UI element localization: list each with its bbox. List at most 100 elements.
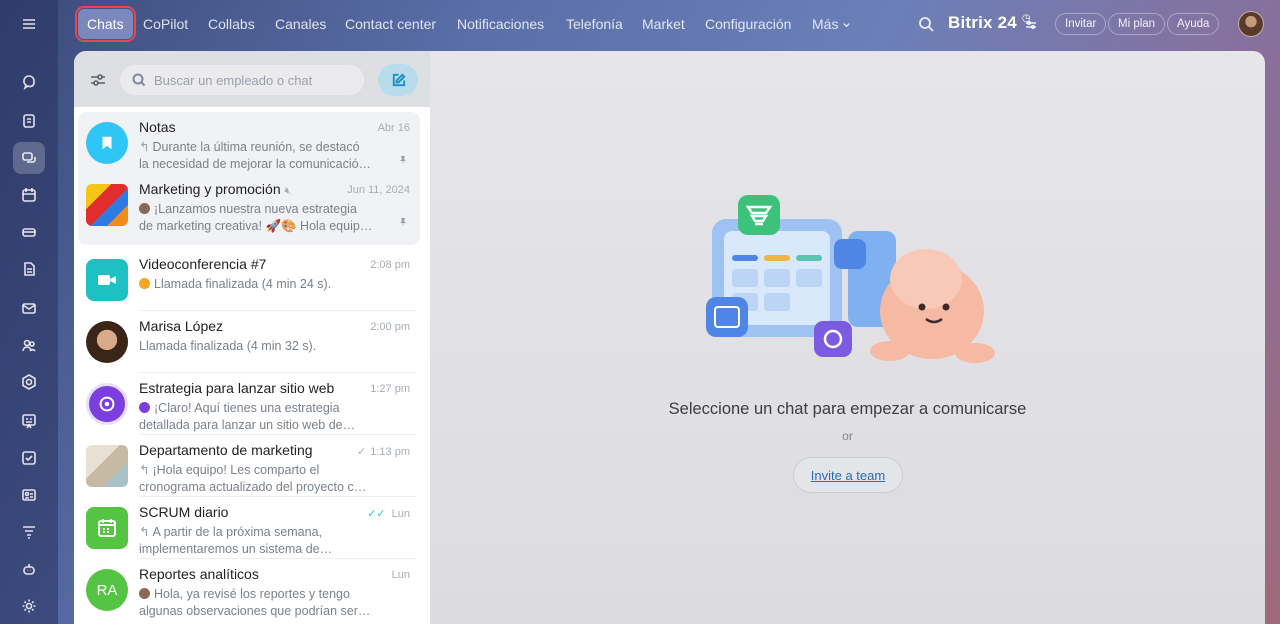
chat-title: Marisa López	[139, 318, 224, 334]
chat-preview: Hola, ya revisé los reportes y tengo alg…	[139, 586, 379, 620]
feed-icon[interactable]	[13, 105, 45, 137]
video-camera-icon	[86, 259, 128, 301]
search-icon[interactable]	[917, 15, 935, 33]
chat-time: ✓ 1:13 pm	[357, 445, 410, 458]
chat-preview: Llamada finalizada (4 min 32 s).	[139, 338, 379, 355]
tab-canales[interactable]: Canales	[266, 9, 335, 39]
chat-preview-line1: Hola, ya revisé los reportes y tengo	[154, 587, 350, 601]
chat-preview: ↰ Durante la última reunión, se destacó l…	[139, 139, 379, 173]
chat-item-marisa[interactable]: Marisa López 2:00 pm Llamada finalizada …	[74, 311, 430, 373]
sender-avatar	[139, 588, 150, 599]
sender-avatar	[139, 203, 150, 214]
tab-mas[interactable]: Más	[803, 9, 860, 39]
invite-button[interactable]: Invitar	[1055, 13, 1107, 35]
calendar-icon[interactable]	[13, 179, 45, 211]
chat-item-estrategia[interactable]: Estrategia para lanzar sitio web 1:27 pm…	[74, 373, 430, 435]
chat-title: Notas	[139, 119, 176, 135]
chat-time: 2:08 pm	[370, 259, 410, 271]
tab-contact-center[interactable]: Contact center	[336, 9, 445, 39]
chat-item-notas[interactable]: Notas Abr 16 ↰ Durante la última reunión,…	[74, 112, 430, 174]
chat-preview-line1: A partir de la próxima semana,	[152, 525, 323, 539]
brand-name: Bitrix 24	[948, 13, 1017, 32]
tab-market[interactable]: Market	[633, 9, 694, 39]
chat-list-column: Notas Abr 16 ↰Durante la última reunión,…	[74, 51, 430, 624]
chat-preview-line2: de marketing creativa! 🚀🎨 Hola equipo…	[139, 219, 379, 233]
check-icon: ✓	[357, 446, 367, 458]
chat-title: Marketing y promoción 🔇︎	[139, 181, 291, 198]
chat-item-reportes[interactable]: RA Reportes analíticos Lun Hola, ya revi…	[74, 559, 430, 621]
new-chat-button[interactable]	[378, 64, 418, 96]
tab-copilot[interactable]: CoPilot	[134, 9, 197, 39]
chat-time-text: Lun	[391, 508, 410, 520]
pin-icon	[398, 152, 408, 165]
brand-logo[interactable]: Bitrix 24 ◷	[948, 13, 1031, 33]
sliders-icon[interactable]	[1024, 18, 1038, 32]
chat-preview-line1: Durante la última reunión, se destacó	[152, 140, 360, 154]
chat-preview: ↰ ¡Hola equipo! Les comparto el cronogram…	[139, 462, 379, 496]
chat-title-text: Marketing y promoción	[139, 181, 281, 197]
chat-time: 2:00 pm	[370, 321, 410, 333]
reply-icon: ↰	[139, 140, 150, 154]
chat-time: 1:27 pm	[370, 383, 410, 395]
users-icon[interactable]	[13, 329, 45, 361]
search-box[interactable]	[120, 65, 364, 95]
chat-item-departamento[interactable]: Departamento de marketing ✓ 1:13 pm ↰ ¡Hol…	[74, 435, 430, 497]
help-button[interactable]: Ayuda	[1167, 13, 1220, 35]
filter-button[interactable]	[86, 68, 110, 92]
board-icon[interactable]	[13, 405, 45, 437]
chat-preview: ¡Lanzamos nuestra nueva estrategia de ma…	[139, 201, 379, 235]
chat-preview-line2: algunas observaciones que podrían ser…	[139, 604, 371, 618]
compose-icon	[392, 72, 406, 86]
chat-preview-line2: implementaremos un sistema de…	[139, 542, 333, 556]
double-check-icon: ✓✓	[367, 508, 386, 520]
search-input[interactable]	[154, 72, 344, 88]
user-avatar[interactable]	[1238, 11, 1264, 37]
tab-configuracion[interactable]: Configuración	[696, 9, 800, 39]
initials-avatar: RA	[86, 569, 128, 611]
chat-preview-line1: ¡Claro! Aquí tienes una estrategia	[154, 401, 340, 415]
document-icon[interactable]	[13, 253, 45, 285]
chevron-down-icon	[843, 22, 851, 27]
chat-panel: Notas Abr 16 ↰Durante la última reunión,…	[74, 51, 1265, 624]
my-plan-button[interactable]: Mi plan	[1108, 13, 1166, 35]
contact-card-icon[interactable]	[13, 479, 45, 511]
muted-icon: 🔇︎	[284, 185, 292, 197]
tab-chats[interactable]: Chats	[75, 6, 136, 42]
chat-preview: Llamada finalizada (4 min 24 s).	[139, 276, 379, 293]
robot-icon[interactable]	[13, 553, 45, 585]
drive-icon[interactable]	[13, 216, 45, 248]
chat-item-marketing[interactable]: Marketing y promoción 🔇︎ Jun 11, 2024 ¡L…	[74, 174, 430, 236]
chat-preview-line1: Llamada finalizada (4 min 32 s).	[139, 339, 317, 353]
filter-icon[interactable]	[13, 516, 45, 548]
chat-illustration	[706, 195, 995, 363]
copilot-icon	[86, 383, 128, 425]
chat-preview: ↰ A partir de la próxima semana, implemen…	[139, 524, 379, 558]
avatar	[86, 321, 128, 363]
chat-item-videoconferencia[interactable]: Videoconferencia #7 2:08 pm Llamada fina…	[74, 249, 430, 311]
chat-time: Jun 11, 2024	[347, 184, 410, 196]
bookmark-icon	[86, 122, 128, 164]
chat-title: Videoconferencia #7	[139, 256, 267, 272]
chat-title: Estrategia para lanzar sitio web	[139, 380, 335, 396]
mail-icon[interactable]	[13, 292, 45, 324]
chat-title: Departamento de marketing	[139, 442, 313, 458]
chat-preview-line1: Llamada finalizada (4 min 24 s).	[154, 277, 332, 291]
app-sidebar	[0, 0, 58, 624]
chat-item-scrum[interactable]: SCRUM diario ✓✓ Lun ↰ A partir de la próxi…	[74, 497, 430, 559]
chat-preview-line1: ¡Hola equipo! Les comparto el	[152, 463, 320, 477]
invite-team-button[interactable]: Invite a team	[793, 457, 903, 493]
call-icon	[139, 278, 150, 289]
tab-notificaciones[interactable]: Notificaciones	[448, 9, 553, 39]
menu-icon[interactable]	[13, 8, 45, 40]
chat-list: Notas Abr 16 ↰ Durante la última reunión,…	[74, 107, 430, 624]
sliders-icon	[91, 74, 105, 86]
settings-icon[interactable]	[13, 590, 45, 622]
chat-bubble-icon[interactable]	[13, 68, 45, 100]
messenger-icon[interactable]	[13, 142, 45, 174]
tab-collabs[interactable]: Collabs	[199, 9, 264, 39]
reply-icon: ↰	[139, 525, 150, 539]
hexagon-icon[interactable]	[13, 366, 45, 398]
tab-telefonia[interactable]: Telefonía	[557, 9, 632, 39]
group-avatar	[86, 445, 128, 487]
checkbox-icon[interactable]	[13, 442, 45, 474]
